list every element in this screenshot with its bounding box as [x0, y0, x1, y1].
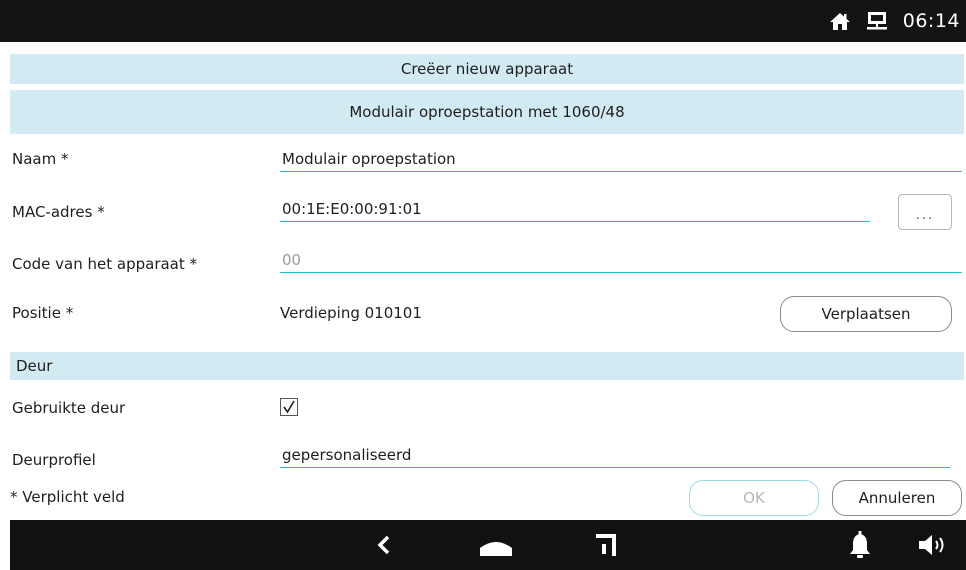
home-icon: [829, 11, 851, 31]
volume-icon: [919, 535, 944, 555]
door-profile-label: Deurprofiel: [12, 451, 96, 469]
home-icon: [480, 542, 512, 556]
back-icon: [377, 535, 390, 555]
door-profile-field[interactable]: gepersonaliseerd: [280, 442, 950, 468]
position-value: Verdieping 010101: [280, 304, 422, 322]
bell-icon: [850, 531, 870, 558]
name-label: Naam *: [12, 150, 69, 168]
checkmark-icon: [283, 400, 295, 414]
status-time: 06:14: [902, 10, 960, 32]
recent-apps-button[interactable]: [584, 520, 628, 570]
status-icons: 06:14: [829, 0, 960, 42]
move-button[interactable]: Verplaatsen: [780, 296, 952, 332]
cancel-button[interactable]: Annuleren: [832, 480, 962, 516]
dialog-subtitle: Modulair oproepstation met 1060/48: [10, 90, 964, 134]
name-field[interactable]: Modulair oproepstation: [280, 146, 962, 172]
home-nav-button[interactable]: [466, 520, 526, 570]
network-icon: [865, 11, 889, 31]
mac-browse-button[interactable]: ...: [898, 194, 952, 230]
navigation-bar: [10, 520, 966, 570]
notifications-button[interactable]: [840, 520, 880, 570]
back-button[interactable]: [362, 520, 406, 570]
recent-apps-icon: [596, 534, 616, 556]
used-door-label: Gebruikte deur: [12, 399, 126, 417]
used-door-checkbox[interactable]: [280, 398, 298, 416]
ok-button[interactable]: OK: [689, 480, 819, 516]
status-bar: 06:14: [0, 0, 966, 42]
volume-button[interactable]: [910, 520, 958, 570]
mac-field[interactable]: 00:1E:E0:00:91:01: [280, 196, 870, 222]
device-code-field[interactable]: 00: [280, 247, 962, 273]
dialog-title: Creëer nieuw apparaat: [10, 54, 964, 84]
device-code-label: Code van het apparaat *: [12, 255, 198, 273]
door-section-header: Deur: [10, 352, 964, 380]
mac-label: MAC-adres *: [12, 203, 105, 221]
position-label: Positie *: [12, 304, 74, 322]
required-field-note: * Verplicht veld: [10, 488, 125, 506]
